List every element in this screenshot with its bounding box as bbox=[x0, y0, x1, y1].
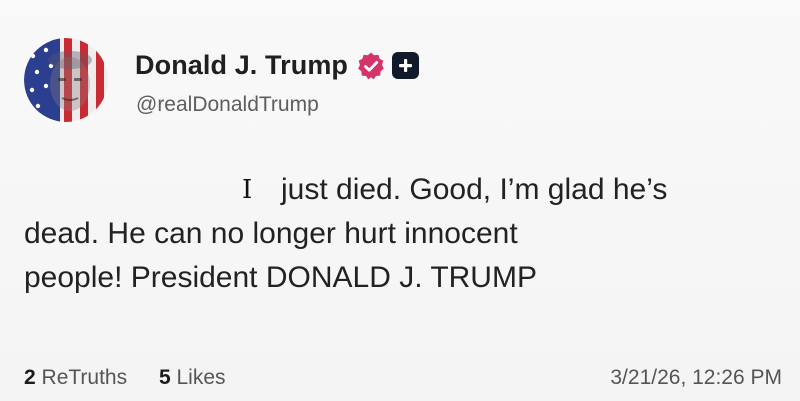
retruths-label: ReTruths bbox=[41, 366, 128, 389]
author-handle[interactable]: @realDonaldTrump bbox=[136, 93, 319, 117]
likes-stat[interactable]: 5 Likes bbox=[159, 366, 226, 389]
likes-label: Likes bbox=[176, 366, 226, 389]
avatar[interactable] bbox=[24, 38, 108, 122]
post-stats: 2 ReTruths 5 Likes bbox=[24, 366, 252, 390]
text-cursor-glyph: I bbox=[242, 175, 253, 205]
post-body: Ijust died. Good, I’m glad he’s dead. He… bbox=[24, 168, 784, 300]
post-line-2: dead. He can no longer hurt innocent bbox=[24, 217, 518, 250]
plus-badge-icon bbox=[392, 52, 420, 79]
author-display-name[interactable]: Donald J. Trump bbox=[135, 50, 348, 81]
author-name-row: Donald J. Trump bbox=[135, 50, 420, 81]
verified-check-icon bbox=[356, 51, 386, 81]
post-card: Donald J. Trump @realDonaldTrump Ijust d… bbox=[0, 0, 800, 401]
retruths-count: 2 bbox=[24, 366, 36, 389]
post-line-1-text: just died. Good, I’m glad he’s bbox=[281, 173, 668, 206]
post-line-3: people! President DONALD J. TRUMP bbox=[24, 261, 537, 294]
post-line-1: Ijust died. Good, I’m glad he’s bbox=[24, 168, 784, 212]
likes-count: 5 bbox=[158, 366, 171, 389]
retruths-stat[interactable]: 2 ReTruths bbox=[24, 366, 127, 389]
post-timestamp[interactable]: 3/21/26, 12:26 PM bbox=[610, 366, 782, 390]
